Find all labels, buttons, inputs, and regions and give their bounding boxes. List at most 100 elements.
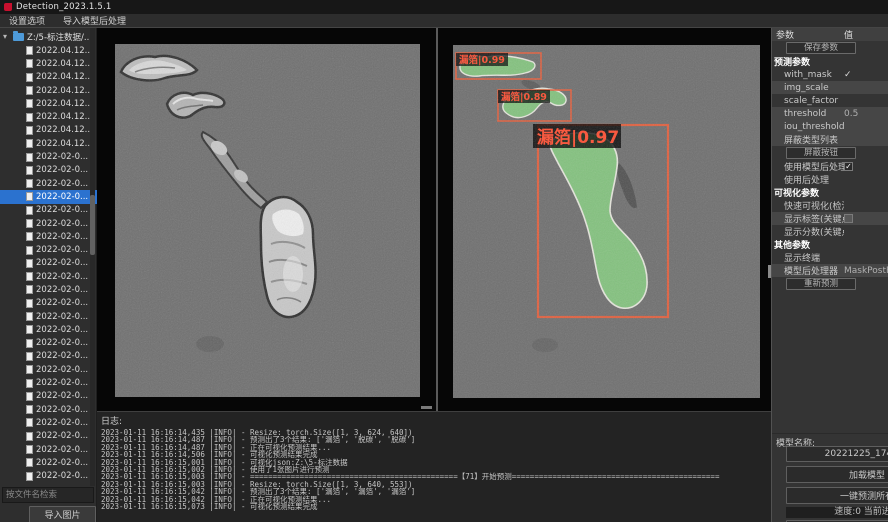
- params-header-value: 值: [844, 28, 888, 41]
- params-row[interactable]: scale_factor: [772, 94, 888, 107]
- file-tree-item[interactable]: 2022-02-0...: [0, 177, 97, 190]
- file-tree-item[interactable]: 2022.04.12...: [0, 84, 97, 97]
- file-tree-item[interactable]: 2022-02-0...: [0, 363, 97, 376]
- file-tree-item[interactable]: 2022-02-0...: [0, 403, 97, 416]
- file-tree-item[interactable]: 2022-02-0...: [0, 470, 97, 483]
- file-tree-item[interactable]: 2022.04.12...: [0, 137, 97, 150]
- file-tree-item[interactable]: 2022.04.12...: [0, 57, 97, 70]
- params-row[interactable]: threshold0.5: [772, 107, 888, 120]
- file-tree-item[interactable]: 2022-02-0...: [0, 190, 97, 203]
- file-tree-item[interactable]: 2022-02-0...: [0, 204, 97, 217]
- file-icon: [26, 113, 33, 122]
- param-label: with_mask: [772, 70, 844, 80]
- params-row[interactable]: with_mask✓: [772, 68, 888, 81]
- file-name: 2022-02-0...: [36, 418, 88, 428]
- menu-item-settings[interactable]: 设置选项: [9, 14, 45, 27]
- params-row[interactable]: 显示标签(关键点): [772, 212, 888, 225]
- file-name: 2022-02-0...: [36, 338, 88, 348]
- params-row[interactable]: 使用模型后处理✓: [772, 160, 888, 173]
- import-images-button[interactable]: 导入图片: [29, 506, 96, 522]
- file-name: 2022-02-0...: [36, 272, 88, 282]
- params-button-row: 保存参数: [772, 41, 888, 55]
- file-icon: [26, 179, 33, 188]
- file-name: 2022-02-0...: [36, 391, 88, 401]
- model-name-field[interactable]: 20221225_174813: [786, 446, 888, 462]
- params-section-header: 可视化参数: [772, 186, 888, 199]
- params-row[interactable]: iou_threshold: [772, 120, 888, 133]
- file-icon: [26, 126, 33, 135]
- params-row[interactable]: 使用后处理: [772, 173, 888, 186]
- param-value: MaskPostPro: [844, 266, 888, 276]
- params-row[interactable]: 快速可视化(检测): [772, 199, 888, 212]
- file-tree-item[interactable]: 2022-02-0...: [0, 323, 97, 336]
- file-icon: [26, 445, 33, 454]
- file-tree-item[interactable]: 2022-02-0...: [0, 416, 97, 429]
- file-name: 2022-02-0...: [36, 445, 88, 455]
- params-button[interactable]: 屏蔽按钮: [786, 147, 856, 159]
- tree-scrollbar-thumb[interactable]: [90, 195, 95, 255]
- log-area[interactable]: 日志: 2023-01-11 16:16:14,435 |INFO| - Res…: [97, 411, 771, 522]
- file-icon: [26, 418, 33, 427]
- tree-scrollbar-track[interactable]: [90, 28, 95, 486]
- params-header-param: 参数: [772, 28, 844, 41]
- file-tree[interactable]: ▾ Z:/5-标注数据/... 2022.04.12...2022.04.12.…: [0, 29, 97, 487]
- file-tree-item[interactable]: 2022-02-0...: [0, 297, 97, 310]
- log-label: 日志:: [101, 414, 767, 427]
- file-tree-item[interactable]: 2022-02-0...: [0, 257, 97, 270]
- load-model-button[interactable]: 加载模型: [786, 466, 888, 483]
- params-row[interactable]: 显示分数(关键点): [772, 225, 888, 238]
- file-tree-item[interactable]: 2022.04.12...: [0, 71, 97, 84]
- predict-all-button[interactable]: 一键预测所有: [786, 487, 888, 504]
- file-icon: [26, 73, 33, 82]
- params-button[interactable]: 重新预测: [786, 278, 856, 290]
- app-window: Detection_2023.1.5.1 设置选项 导入模型后处理 ▾ Z:/5…: [0, 0, 888, 522]
- params-row[interactable]: 显示终端: [772, 251, 888, 264]
- title-bar: Detection_2023.1.5.1: [0, 0, 888, 14]
- tree-root-label: Z:/5-标注数据/...: [27, 31, 92, 43]
- file-tree-item[interactable]: 2022-02-0...: [0, 350, 97, 363]
- file-icon: [26, 472, 33, 481]
- file-tree-item[interactable]: 2022-02-0...: [0, 376, 97, 389]
- chevron-down-icon[interactable]: ▾: [3, 32, 10, 41]
- param-label: 使用模型后处理: [772, 160, 844, 173]
- params-row[interactable]: 屏蔽类型列表: [772, 133, 888, 146]
- file-name: 2022-02-0...: [36, 192, 88, 202]
- checkbox-unchecked[interactable]: [844, 214, 853, 223]
- source-image-canvas[interactable]: [97, 28, 436, 411]
- file-tree-item[interactable]: 2022-02-0...: [0, 243, 97, 256]
- params-row[interactable]: img_scale: [772, 81, 888, 94]
- tree-root-folder[interactable]: ▾ Z:/5-标注数据/...: [0, 29, 97, 44]
- file-tree-item[interactable]: 2022.04.12...: [0, 124, 97, 137]
- search-input[interactable]: [2, 487, 94, 503]
- file-tree-item[interactable]: 2022-02-0...: [0, 430, 97, 443]
- file-tree-item[interactable]: 2022-02-0...: [0, 390, 97, 403]
- file-tree-item[interactable]: 2022-02-0...: [0, 456, 97, 469]
- file-tree-item[interactable]: 2022-02-0...: [0, 164, 97, 177]
- param-label: 使用后处理: [772, 173, 844, 186]
- prediction-image-canvas[interactable]: 漏箔|0.99 漏箔|0.89 漏箔|0.97: [438, 28, 771, 411]
- file-icon: [26, 432, 33, 441]
- file-icon: [26, 458, 33, 467]
- menu-item-import-postprocess[interactable]: 导入模型后处理: [63, 14, 126, 27]
- params-button[interactable]: 保存参数: [786, 42, 856, 54]
- file-icon: [26, 405, 33, 414]
- params-row[interactable]: 模型后处理器MaskPostPro: [772, 264, 888, 277]
- file-tree-item[interactable]: 2022-02-0...: [0, 443, 97, 456]
- file-tree-item[interactable]: 2022-02-0...: [0, 230, 97, 243]
- file-name: 2022-02-0...: [36, 458, 88, 468]
- file-tree-item[interactable]: 2022-02-0...: [0, 217, 97, 230]
- file-tree-item[interactable]: 2022.04.12...: [0, 110, 97, 123]
- canvas-hscrollbar-thumb[interactable]: [421, 406, 432, 409]
- file-tree-item[interactable]: 2022.04.12...: [0, 44, 97, 57]
- menu-bar: 设置选项 导入模型后处理: [0, 14, 888, 28]
- params-table-rows: 保存参数预测参数with_mask✓img_scalescale_factort…: [772, 41, 888, 291]
- file-tree-item[interactable]: 2022.04.12...: [0, 97, 97, 110]
- file-icon: [26, 339, 33, 348]
- file-tree-item[interactable]: 2022-02-0...: [0, 270, 97, 283]
- file-tree-item[interactable]: 2022-02-0...: [0, 337, 97, 350]
- file-tree-item[interactable]: 2022-02-0...: [0, 283, 97, 296]
- param-label: scale_factor: [772, 96, 844, 106]
- file-tree-item[interactable]: 2022-02-0...: [0, 310, 97, 323]
- checkbox-checked[interactable]: ✓: [844, 162, 853, 171]
- file-tree-item[interactable]: 2022-02-0...: [0, 150, 97, 163]
